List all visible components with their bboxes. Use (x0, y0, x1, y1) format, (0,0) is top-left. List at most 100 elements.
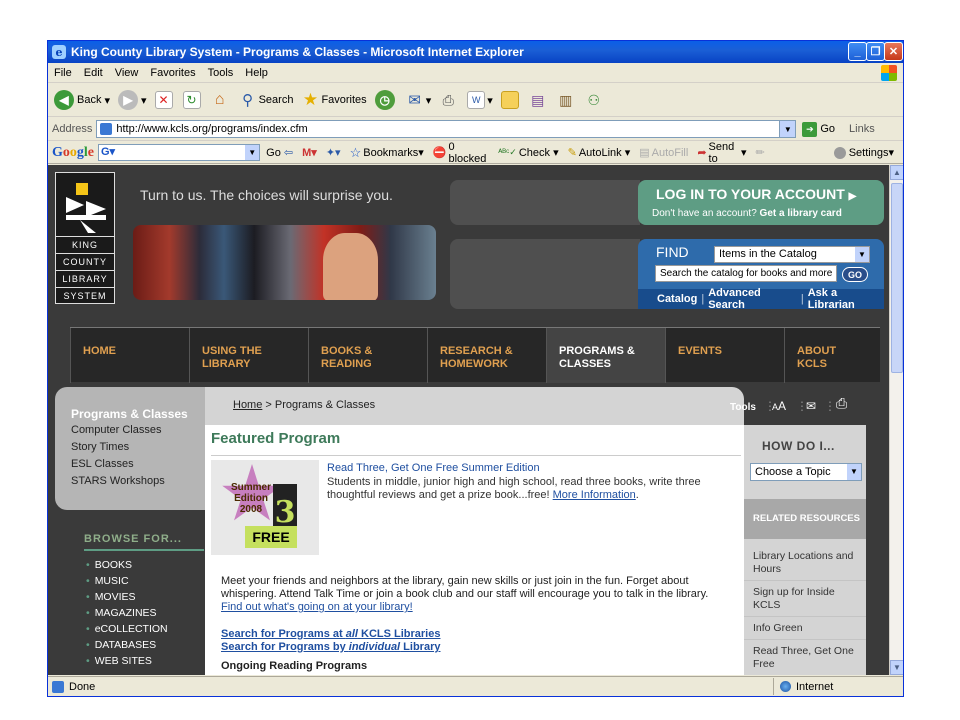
go-button[interactable]: ➔ Go (802, 121, 835, 137)
menu-help[interactable]: Help (245, 67, 268, 79)
scroll-up-icon[interactable]: ▲ (890, 165, 903, 180)
ask-librarian-link[interactable]: Ask a Librarian (808, 287, 884, 309)
sidebar-item-esl-classes[interactable]: ESL Classes (71, 458, 134, 470)
topic-select[interactable]: Choose a Topic ▼ (750, 463, 862, 481)
google-go-button[interactable]: Go ⇦ (266, 146, 293, 160)
browse-item-music[interactable]: • MUSIC (86, 575, 129, 587)
printer-icon: ⎙ (442, 91, 454, 108)
menu-edit[interactable]: Edit (84, 67, 103, 79)
featured-program-title[interactable]: Read Three, Get One Free Summer Edition (327, 462, 540, 474)
autolink-button[interactable]: ✎ AutoLink ▾ (568, 146, 631, 160)
more-information-link[interactable]: More Information (553, 489, 636, 501)
google-search-input[interactable]: G▾ ▼ (98, 144, 261, 161)
autofill-button[interactable]: ▤ AutoFill (639, 146, 688, 160)
sidebar-item-stars-workshops[interactable]: STARS Workshops (71, 475, 165, 487)
sendto-button[interactable]: ➦ Send to ▾ (697, 141, 746, 165)
windows-logo-icon (881, 65, 897, 81)
nav-books-reading[interactable]: BOOKS & READING (308, 328, 427, 383)
how-do-i-heading: HOW DO I... (762, 439, 835, 453)
settings-button[interactable]: Settings ▾ (833, 146, 894, 159)
stop-button[interactable]: ✕ (154, 91, 175, 109)
related-divider (744, 616, 866, 617)
google-dropdown-icon[interactable]: ▼ (245, 145, 260, 160)
related-library-locations[interactable]: Library Locations and Hours (753, 550, 861, 576)
menu-tools[interactable]: Tools (208, 67, 234, 79)
menu-favorites[interactable]: Favorites (150, 67, 195, 79)
search-button[interactable]: ⚲ Search (239, 91, 293, 109)
scroll-down-icon[interactable]: ▼ (890, 660, 903, 675)
scroll-thumb[interactable] (891, 183, 903, 373)
address-dropdown-icon[interactable]: ▼ (779, 121, 796, 137)
menu-file[interactable]: File (54, 67, 72, 79)
highlight-button[interactable]: ✏ (756, 146, 765, 159)
browse-item-books[interactable]: • BOOKS (86, 559, 132, 571)
home-icon: ⌂ (214, 91, 225, 108)
nav-programs-classes[interactable]: PROGRAMS & CLASSES (546, 328, 665, 383)
edit-button[interactable]: W ▾ (467, 91, 493, 109)
catalog-search-input[interactable]: Search the catalog for books and more (655, 265, 837, 282)
bookmarks-button[interactable]: ☆ Bookmarks ▾ (350, 145, 424, 161)
featured-program-image[interactable]: Summer Edition 2008 3 FREE (211, 460, 319, 555)
email-page-icon[interactable]: ✉ (806, 399, 816, 413)
search-individual-library-link[interactable]: Search for Programs by individual Librar… (221, 641, 440, 653)
mail-button[interactable]: ✉ ▾ (406, 91, 431, 109)
search-all-libraries-link[interactable]: Search for Programs at all KCLS Librarie… (221, 628, 440, 640)
login-box[interactable]: LOG IN TO YOUR ACCOUNT ▶ Don't have an a… (638, 180, 884, 225)
library-button[interactable]: ▥ (557, 91, 577, 109)
nav-research-homework[interactable]: RESEARCH & HOMEWORK (427, 328, 546, 383)
kcls-logo[interactable]: KING COUNTY LIBRARY SYSTEM (55, 172, 115, 304)
research-button[interactable]: ▤ (529, 91, 549, 109)
advanced-search-link[interactable]: Advanced Search (708, 287, 797, 309)
text-size-icon[interactable]: AA (772, 399, 786, 413)
favorites-button[interactable]: ★ Favorites (301, 90, 367, 109)
login-title[interactable]: LOG IN TO YOUR ACCOUNT ▶ (656, 186, 856, 202)
find-box: FIND Items in the Catalog ▼ Search the ca… (638, 239, 884, 309)
links-button[interactable]: Links (849, 123, 875, 135)
back-button[interactable]: ◀ Back ▾ (54, 90, 110, 110)
minimize-button[interactable]: _ (848, 42, 867, 61)
related-inside-kcls[interactable]: Sign up for Inside KCLS (753, 586, 861, 612)
forward-button[interactable]: ▶ ▾ (118, 90, 147, 110)
related-info-green[interactable]: Info Green (753, 622, 861, 635)
home-button[interactable]: ⌂ (211, 91, 231, 109)
browse-divider (84, 549, 204, 551)
find-out-link[interactable]: Find out what's going on at your library… (221, 601, 413, 613)
find-go-button[interactable]: GO (842, 267, 868, 282)
browse-item-ecollection[interactable]: • eCOLLECTION (86, 623, 168, 635)
address-input[interactable]: http://www.kcls.org/programs/index.cfm ▼ (96, 120, 797, 138)
mail-icon: ✉ (408, 92, 421, 109)
nav-using-library[interactable]: USING THE LIBRARY (189, 328, 308, 383)
news-button[interactable]: ✦ ▾ (326, 146, 341, 159)
popup-blocker[interactable]: ⛔ 0 blocked (433, 141, 490, 165)
messenger-button[interactable]: ⚇ (585, 91, 605, 109)
nav-home[interactable]: HOME (70, 328, 189, 383)
nav-events[interactable]: EVENTS (665, 328, 784, 383)
catalog-link[interactable]: Catalog (657, 293, 697, 305)
logo-word-system: SYSTEM (56, 287, 114, 304)
refresh-button[interactable]: ↻ (182, 91, 203, 109)
browse-item-movies[interactable]: • MOVIES (86, 591, 136, 603)
folder-icon (500, 91, 519, 109)
breadcrumb-home-link[interactable]: Home (233, 399, 262, 411)
related-read-three[interactable]: Read Three, Get One Free (753, 645, 861, 671)
maximize-button[interactable]: ❐ (866, 42, 885, 61)
history-button[interactable]: ◷ (374, 90, 398, 110)
sidebar-item-computer-classes[interactable]: Computer Classes (71, 424, 161, 436)
spellcheck-button[interactable]: ᴬᴮᶜ✓ Check ▾ (498, 146, 558, 160)
find-scope-select[interactable]: Items in the Catalog ▼ (714, 246, 870, 263)
vertical-scrollbar[interactable]: ▲ ▼ (889, 165, 903, 675)
nav-about-kcls[interactable]: ABOUT KCLS (784, 328, 880, 383)
header-panel-top (450, 180, 640, 225)
page-tools: Tools ⋮ AA ⋮ ✉ ⋮ ⎙ (730, 387, 866, 425)
browse-item-magazines[interactable]: • MAGAZINES (86, 607, 157, 619)
print-button[interactable]: ⎙ (439, 91, 459, 109)
folder-button[interactable] (500, 91, 521, 109)
print-page-icon[interactable]: ⎙ (836, 395, 847, 412)
browse-item-databases[interactable]: • DATABASES (86, 639, 156, 651)
get-library-card-link[interactable]: Get a library card (760, 208, 842, 219)
browse-item-web-sites[interactable]: • WEB SITES (86, 655, 152, 667)
menu-view[interactable]: View (115, 67, 139, 79)
gmail-button[interactable]: M ▾ (302, 146, 317, 160)
sidebar-item-story-times[interactable]: Story Times (71, 441, 129, 453)
close-button[interactable]: ✕ (884, 42, 903, 61)
